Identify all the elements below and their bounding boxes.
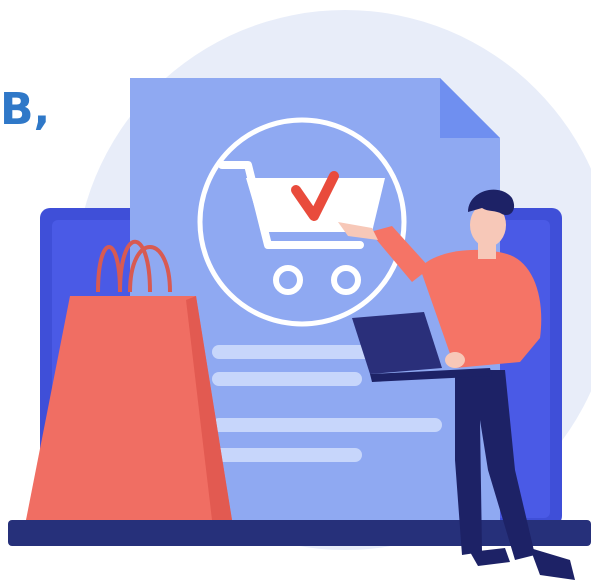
online-shopping-illustration: В, bbox=[0, 0, 591, 583]
laptop-base bbox=[8, 520, 591, 546]
partial-heading-text: В, bbox=[0, 84, 51, 135]
illustration-svg bbox=[8, 10, 591, 580]
